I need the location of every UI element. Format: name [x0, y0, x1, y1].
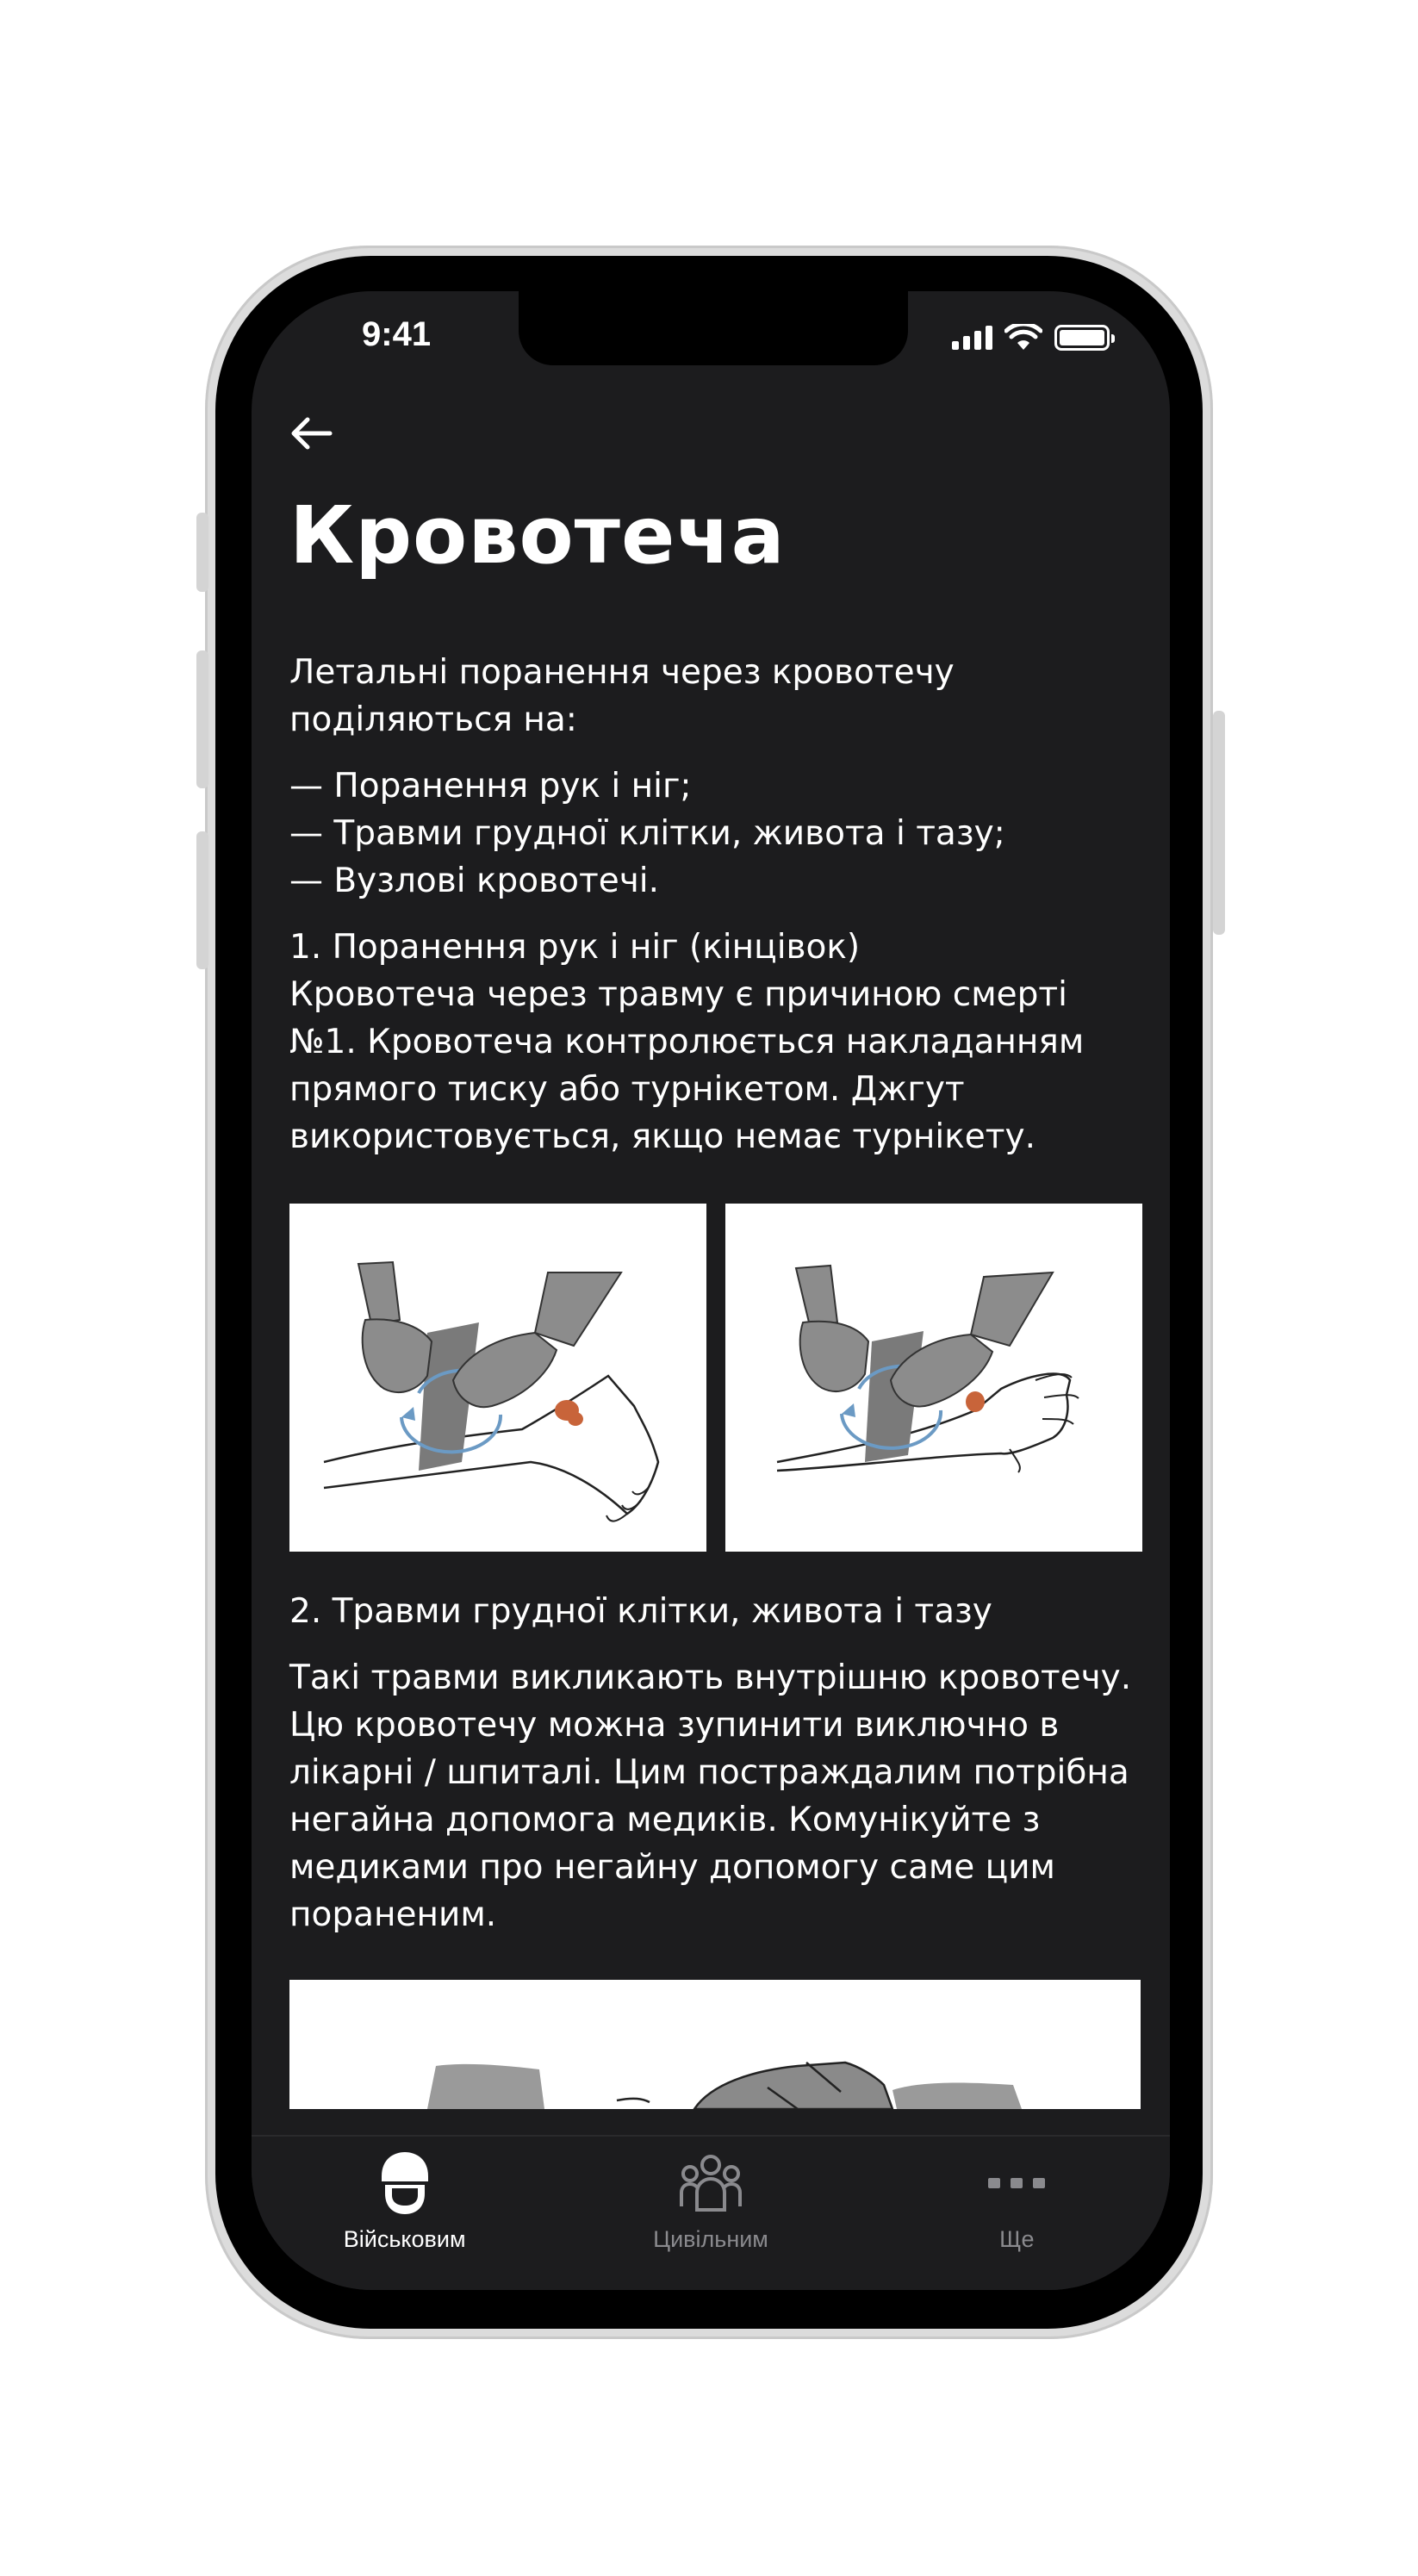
- article-content: Летальні поранення через кровотечу поділ…: [289, 649, 1142, 2109]
- silent-switch: [196, 513, 208, 592]
- wifi-icon: [1004, 324, 1042, 350]
- tab-military[interactable]: Військовим: [252, 2137, 557, 2290]
- section-torso-body: Такі травми викликають внутрішню кровоте…: [289, 1658, 1132, 1934]
- status-icons: [952, 324, 1115, 352]
- device-mockup: 9:41 Кровотеча Летальні поранення через …: [0, 0, 1418, 2576]
- battery-icon: [1054, 325, 1115, 351]
- page-title: Кровотеча: [289, 489, 786, 582]
- notch: [519, 291, 908, 365]
- tab-civilians[interactable]: Цивільним: [557, 2137, 863, 2290]
- status-time: 9:41: [362, 315, 432, 353]
- illustration-row: [289, 1204, 1142, 1552]
- arrow-left-icon: [291, 417, 333, 450]
- injury-list: — Поранення рук і ніг; — Травми грудної …: [289, 767, 1005, 900]
- intro-text: Летальні поранення через кровотечу поділ…: [289, 653, 955, 739]
- volume-up-button: [196, 650, 208, 788]
- bottom-tab-bar: Військовим Цивільним Ще: [252, 2135, 1170, 2290]
- tab-civilians-label: Цивільним: [653, 2226, 768, 2252]
- section-limbs: 1. Поранення рук і ніг (кінцівок) Кровот…: [289, 928, 1085, 1156]
- tab-military-label: Військовим: [343, 2226, 466, 2252]
- power-button: [1213, 711, 1225, 935]
- tab-more[interactable]: Ще: [864, 2137, 1170, 2290]
- back-button[interactable]: [281, 403, 341, 464]
- more-dots-icon: [984, 2150, 1049, 2216]
- tourniquet-leg-illustration: [289, 1204, 706, 1552]
- volume-down-button: [196, 831, 208, 969]
- cellular-signal-icon: [952, 326, 992, 350]
- torso-injury-illustration: [289, 1980, 1141, 2109]
- app-screen: 9:41 Кровотеча Летальні поранення через …: [252, 291, 1170, 2290]
- soldier-helmet-icon: [372, 2150, 438, 2216]
- tab-more-label: Ще: [999, 2226, 1035, 2252]
- people-group-icon: [678, 2150, 743, 2216]
- tourniquet-arm-illustration: [725, 1204, 1142, 1552]
- section-torso-heading: 2. Травми грудної клітки, живота і тазу: [289, 1592, 992, 1631]
